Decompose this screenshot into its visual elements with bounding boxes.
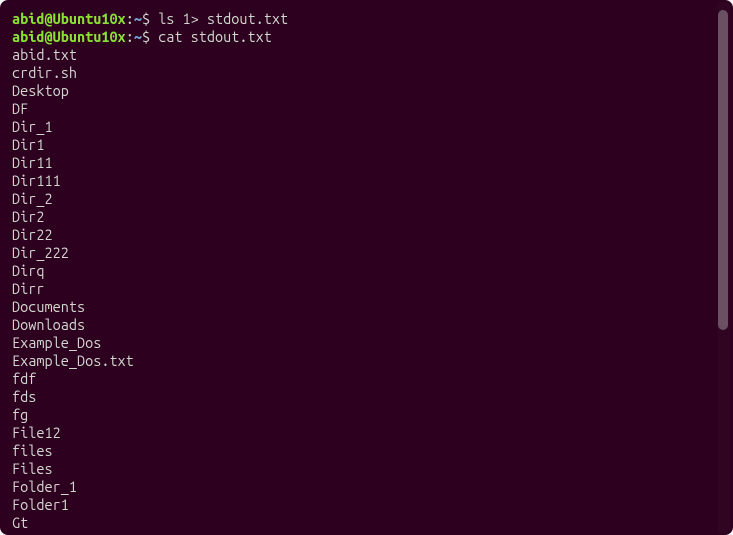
terminal-inner: abid@Ubuntu10x:~$ ls 1> stdout.txt abid@… (2, 2, 731, 533)
prompt-user-host: abid@Ubuntu10x (12, 10, 126, 27)
output-line: DF (12, 100, 721, 118)
terminal-window: abid@Ubuntu10x:~$ ls 1> stdout.txt abid@… (0, 0, 733, 535)
output-line: Files (12, 460, 721, 478)
prompt-colon: : (126, 28, 134, 45)
output-line: Example_Dos (12, 334, 721, 352)
output-line: fdf (12, 370, 721, 388)
output-line: crdir.sh (12, 64, 721, 82)
output-line: Folder_1 (12, 478, 721, 496)
output-line: File12 (12, 424, 721, 442)
output-line: Dir111 (12, 172, 721, 190)
terminal-content[interactable]: abid@Ubuntu10x:~$ ls 1> stdout.txt abid@… (2, 2, 731, 533)
output-line: Example_Dos.txt (12, 352, 721, 370)
output-line: fg (12, 406, 721, 424)
output-line: fds (12, 388, 721, 406)
scrollbar-track[interactable] (718, 2, 730, 533)
prompt-path: ~ (134, 28, 142, 45)
command-text-2: cat stdout.txt (158, 28, 272, 45)
output-line: Folder1 (12, 496, 721, 514)
output-line: Downloads (12, 316, 721, 334)
output-line: files (12, 442, 721, 460)
output-line: Dir_222 (12, 244, 721, 262)
output-line: Documents (12, 298, 721, 316)
prompt-line-1: abid@Ubuntu10x:~$ ls 1> stdout.txt (12, 10, 721, 28)
scrollbar-thumb[interactable] (718, 10, 728, 330)
prompt-path: ~ (134, 10, 142, 27)
output-line: Dir_1 (12, 118, 721, 136)
prompt-dollar: $ (142, 10, 158, 27)
output-line: Dir22 (12, 226, 721, 244)
output-line: Dir2 (12, 208, 721, 226)
output-line: Gt (12, 514, 721, 532)
output-line: Dir11 (12, 154, 721, 172)
output-line: abid.txt (12, 46, 721, 64)
prompt-user-host: abid@Ubuntu10x (12, 28, 126, 45)
command-text-1: ls 1> stdout.txt (158, 10, 288, 27)
prompt-line-2: abid@Ubuntu10x:~$ cat stdout.txt (12, 28, 721, 46)
prompt-dollar: $ (142, 28, 158, 45)
output-line: Dir_2 (12, 190, 721, 208)
output-line: Dirr (12, 280, 721, 298)
prompt-colon: : (126, 10, 134, 27)
output-line: Dirq (12, 262, 721, 280)
output-line: Dir1 (12, 136, 721, 154)
output-line: Desktop (12, 82, 721, 100)
